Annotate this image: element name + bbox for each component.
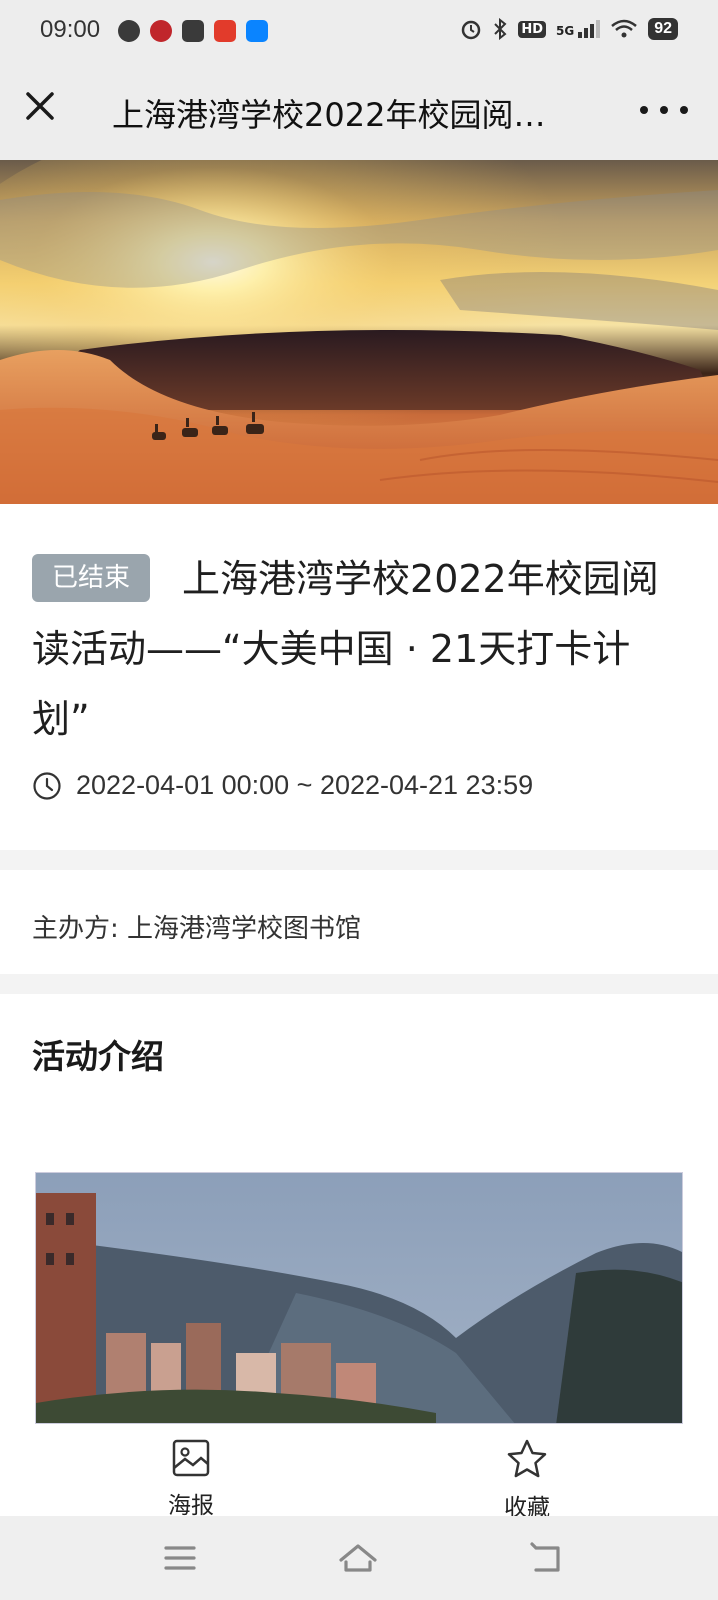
intro-painting-image bbox=[35, 1172, 683, 1424]
more-icon bbox=[640, 106, 648, 114]
intro-heading: 活动介绍 bbox=[32, 1037, 164, 1076]
status-time: 09:00 bbox=[40, 16, 101, 43]
wifi-icon bbox=[611, 19, 638, 38]
nav-bar: 上海港湾学校2022年校园阅… bbox=[0, 64, 718, 160]
system-nav-bar bbox=[0, 1516, 718, 1600]
hd-icon: HD bbox=[518, 20, 546, 38]
notification-icons bbox=[118, 20, 268, 42]
back-icon bbox=[530, 1542, 560, 1572]
event-title-block: 已结束 上海港湾学校2022年校园阅读活动——“大美中国 · 21天打卡计划” bbox=[32, 544, 686, 754]
intro-section: 活动介绍 bbox=[0, 994, 718, 1424]
event-info: 已结束 上海港湾学校2022年校园阅读活动——“大美中国 · 21天打卡计划” 2… bbox=[0, 504, 718, 850]
zhihu-icon bbox=[246, 20, 268, 42]
status-badge: 已结束 bbox=[32, 554, 151, 602]
railway-icon bbox=[150, 20, 172, 42]
clock-icon bbox=[33, 771, 61, 800]
host-label: 主办方: bbox=[32, 914, 119, 944]
favorite-button[interactable]: 收藏 bbox=[467, 1438, 587, 1522]
home-icon bbox=[339, 1544, 377, 1572]
status-bar: 09:00 HD 5G 92 bbox=[0, 0, 718, 64]
close-button[interactable] bbox=[20, 86, 60, 126]
alarm-icon bbox=[462, 20, 481, 40]
menu-button[interactable] bbox=[160, 1540, 200, 1576]
section-divider bbox=[0, 974, 718, 994]
poster-label: 海报 bbox=[168, 1493, 214, 1519]
event-time-range: 2022-04-01 00:00 ~ 2022-04-21 23:59 bbox=[76, 770, 534, 800]
section-divider bbox=[0, 850, 718, 870]
poster-button[interactable]: 海报 bbox=[131, 1438, 251, 1520]
back-button[interactable] bbox=[528, 1540, 568, 1576]
action-bar: 海报 收藏 bbox=[0, 1424, 718, 1521]
page-title: 上海港湾学校2022年校园阅… bbox=[112, 96, 546, 134]
video-icon bbox=[182, 20, 204, 42]
more-button[interactable] bbox=[640, 100, 688, 120]
signal-icon: 5G bbox=[556, 20, 601, 38]
event-time-row: 2022-04-01 00:00 ~ 2022-04-21 23:59 bbox=[32, 770, 686, 801]
hero-banner bbox=[0, 160, 718, 504]
status-indicators: HD 5G 92 bbox=[460, 18, 678, 40]
close-icon bbox=[26, 92, 54, 120]
host-name: 上海港湾学校图书馆 bbox=[127, 914, 362, 944]
menu-icon bbox=[164, 1546, 196, 1570]
host-row: 主办方: 上海港湾学校图书馆 bbox=[0, 870, 718, 974]
battery-icon: 92 bbox=[648, 18, 678, 40]
poster-icon bbox=[172, 1439, 210, 1477]
toutiao-icon bbox=[214, 20, 236, 42]
desert-sunset-image bbox=[0, 160, 718, 504]
network-type: 5G bbox=[556, 24, 575, 38]
home-button[interactable] bbox=[338, 1540, 378, 1576]
bluetooth-icon bbox=[494, 18, 507, 40]
notification-icon bbox=[118, 20, 140, 42]
star-icon bbox=[507, 1439, 547, 1478]
